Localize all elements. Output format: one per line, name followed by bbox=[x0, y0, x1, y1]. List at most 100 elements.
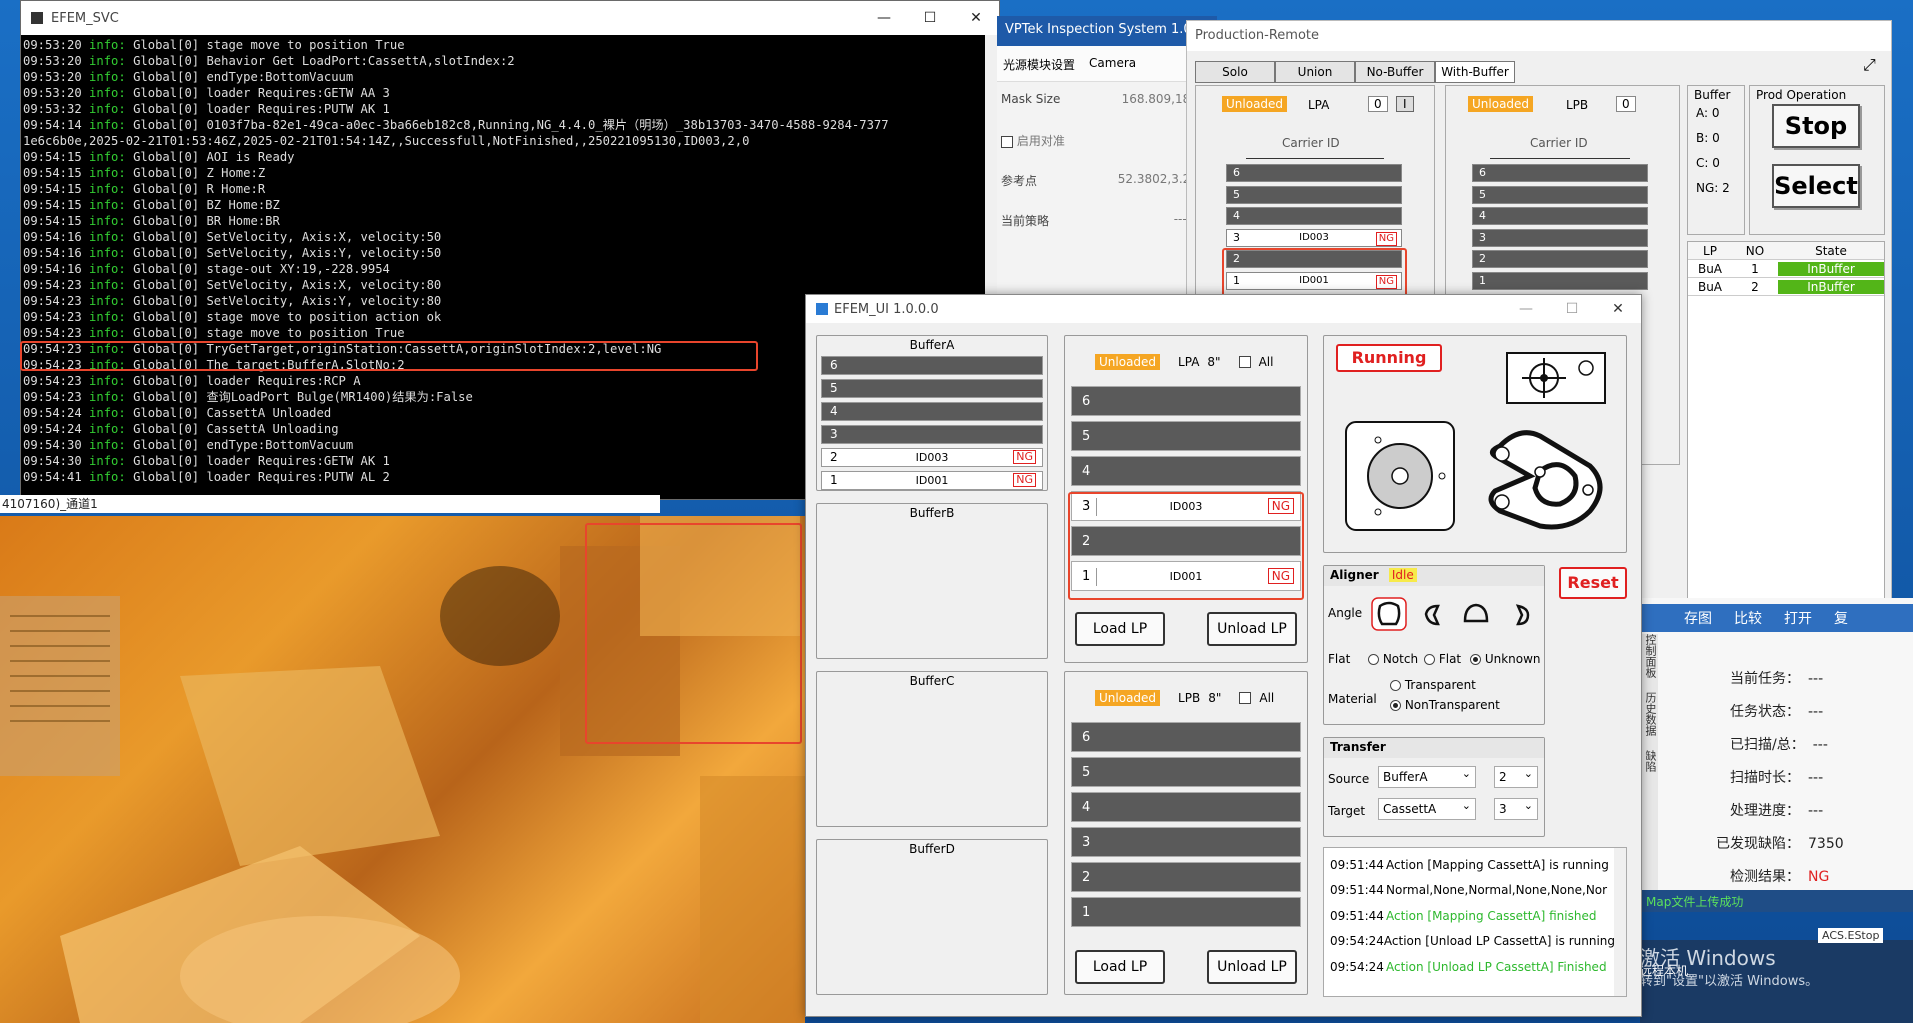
flat-label: Flat bbox=[1328, 652, 1351, 666]
tab-no-buffer[interactable]: No-Buffer bbox=[1355, 61, 1435, 83]
lpb-load-button[interactable]: Load LP bbox=[1075, 950, 1165, 984]
nontransparent-option[interactable]: NonTransparent bbox=[1390, 698, 1500, 712]
save-image-button[interactable]: 存图 bbox=[1684, 608, 1712, 628]
slot-number: 6 bbox=[1233, 166, 1240, 179]
lp-slot[interactable]: 3 bbox=[1071, 827, 1301, 857]
reset-button[interactable]: Reset bbox=[1559, 567, 1627, 599]
log-time: 09:54:23 bbox=[23, 326, 90, 340]
lpb-count: 0 bbox=[1616, 96, 1636, 112]
camera-channel-label: 4107160)_通道1 bbox=[0, 495, 660, 513]
log-time: 09:54:23 bbox=[23, 390, 90, 404]
table-row[interactable]: BuA 2 InBuffer bbox=[1688, 278, 1884, 296]
carrier-slot[interactable]: 3 bbox=[1472, 228, 1648, 247]
lpa-all-checkbox[interactable] bbox=[1238, 356, 1251, 368]
lp-slot[interactable]: 2 bbox=[1071, 862, 1301, 892]
log-line: 09:53:20 info: Global[0] loader Requires… bbox=[23, 85, 999, 101]
minimize-icon[interactable]: — bbox=[1503, 301, 1549, 317]
info-key: 扫描时长： bbox=[1730, 770, 1800, 786]
carrier-slot[interactable]: 1 bbox=[1472, 271, 1648, 290]
lp-slot[interactable]: 5 bbox=[1071, 757, 1301, 787]
log-time: 09:51:44 bbox=[1330, 857, 1384, 872]
target-slot-select[interactable]: 3 bbox=[1494, 798, 1538, 820]
log-scrollbar[interactable] bbox=[1614, 848, 1626, 996]
notch-option[interactable]: Notch bbox=[1368, 652, 1418, 666]
maximize-icon[interactable]: ☐ bbox=[907, 10, 953, 26]
carrier-slot[interactable]: 5 bbox=[1472, 185, 1648, 204]
source-select[interactable]: BufferA bbox=[1378, 766, 1476, 788]
lp-slot[interactable]: 6 bbox=[1071, 722, 1301, 752]
lpa-group: Unloaded LPA 8" All 6 5 4 3 ID003 NG 2 1 ID001 NG… bbox=[1064, 335, 1308, 663]
buffer-b-group: BufferB bbox=[816, 503, 1048, 659]
transparent-radio[interactable] bbox=[1390, 680, 1401, 691]
buffer-slot[interactable]: 3 bbox=[821, 425, 1043, 444]
camera-button[interactable]: Camera bbox=[1089, 56, 1136, 71]
tab-solo[interactable]: Solo bbox=[1195, 61, 1275, 83]
align-checkbox[interactable] bbox=[1001, 135, 1013, 148]
tab-union[interactable]: Union bbox=[1275, 61, 1355, 83]
carrier-slot[interactable]: 4 bbox=[1226, 207, 1402, 225]
lpa-unload-button[interactable]: Unload LP bbox=[1207, 612, 1297, 646]
lpb-all-checkbox[interactable] bbox=[1239, 692, 1252, 704]
stop-button[interactable]: Stop bbox=[1772, 104, 1860, 148]
transparent-option[interactable]: Transparent bbox=[1390, 678, 1476, 692]
lp-slot[interactable]: 5 bbox=[1071, 421, 1301, 451]
carrier-slot[interactable]: 4 bbox=[1472, 207, 1648, 225]
log-entry: 09:54:24 Action [Unload LP CassettA] is r… bbox=[1324, 929, 1614, 955]
lpa-load-button[interactable]: Load LP bbox=[1075, 612, 1165, 646]
notch-radio[interactable] bbox=[1368, 654, 1379, 665]
lp-slot[interactable]: 4 bbox=[1071, 792, 1301, 822]
carrier-slot[interactable]: 6 bbox=[1226, 164, 1402, 182]
open-button[interactable]: 打开 bbox=[1784, 608, 1812, 628]
expand-icon[interactable]: ⤢ bbox=[1863, 55, 1876, 75]
select-button[interactable]: Select bbox=[1772, 164, 1860, 208]
close-icon[interactable]: ✕ bbox=[953, 10, 999, 26]
log-line: 1e6c6b0e,2025-02-21T01:53:46Z,2025-02-21… bbox=[23, 133, 999, 149]
lp-slot[interactable]: 1 bbox=[1071, 897, 1301, 927]
side-tab-history[interactable]: 历史数据 bbox=[1640, 692, 1658, 736]
lpb-unload-button[interactable]: Unload LP bbox=[1207, 950, 1297, 984]
buffer-slot[interactable]: 5 bbox=[821, 379, 1043, 398]
compare-button[interactable]: 比较 bbox=[1734, 608, 1762, 628]
lpa-action-button[interactable]: I bbox=[1396, 96, 1414, 112]
lpb-size: 8" bbox=[1208, 691, 1222, 705]
tab-with-buffer[interactable]: With-Buffer bbox=[1435, 61, 1515, 83]
log-line: 09:54:15 info: Global[0] R Home:R bbox=[23, 181, 999, 197]
table-row[interactable]: BuA 1 InBuffer bbox=[1688, 260, 1884, 278]
carrier-slot[interactable]: 6 bbox=[1472, 164, 1648, 182]
buffer-slot[interactable]: 1 ID001 NG bbox=[821, 471, 1043, 490]
lpa-name: LPA bbox=[1178, 355, 1200, 369]
log-level: info: bbox=[89, 102, 134, 116]
prod-tabs: Solo Union No-Buffer With-Buffer bbox=[1195, 61, 1515, 83]
lpa-count: 0 bbox=[1368, 96, 1388, 112]
side-tab-control[interactable]: 控制面板 bbox=[1640, 634, 1658, 678]
light-module-settings-button[interactable]: 光源模块设置 bbox=[1003, 56, 1075, 72]
minimize-icon[interactable]: — bbox=[861, 10, 907, 26]
carrier-slot[interactable]: 3 ID003 NG bbox=[1226, 228, 1402, 247]
side-tab-defects[interactable]: 缺陷 bbox=[1640, 750, 1658, 772]
nontransparent-radio[interactable] bbox=[1390, 700, 1401, 711]
log-message: Normal,None,Normal,None,None,Nor bbox=[1386, 883, 1608, 898]
unknown-option[interactable]: Unknown bbox=[1470, 652, 1541, 666]
unknown-radio[interactable] bbox=[1470, 654, 1481, 665]
source-slot-select[interactable]: 2 bbox=[1494, 766, 1538, 788]
flat-option[interactable]: Flat bbox=[1424, 652, 1461, 666]
buffer-slot[interactable]: 6 bbox=[821, 356, 1043, 375]
log-message: Global[0] Behavior Get LoadPort:CassettA… bbox=[133, 54, 515, 68]
log-level: info: bbox=[89, 326, 134, 340]
copy-button[interactable]: 复 bbox=[1834, 608, 1848, 628]
close-icon[interactable]: ✕ bbox=[1595, 301, 1641, 317]
buffer-slot[interactable]: 2 ID003 NG bbox=[821, 448, 1043, 467]
log-level: info: bbox=[89, 374, 134, 388]
maximize-icon[interactable]: ☐ bbox=[1549, 301, 1595, 317]
transfer-title: Transfer bbox=[1324, 738, 1544, 758]
target-select[interactable]: CassettA bbox=[1378, 798, 1476, 820]
carrier-slot[interactable]: 5 bbox=[1226, 185, 1402, 204]
flat-radio[interactable] bbox=[1424, 654, 1435, 665]
lpa-size: 8" bbox=[1207, 355, 1221, 369]
log-time: 09:54:41 bbox=[23, 470, 90, 484]
carrier-slot[interactable]: 2 bbox=[1472, 250, 1648, 268]
lp-slot[interactable]: 4 bbox=[1071, 456, 1301, 486]
lp-slot[interactable]: 6 bbox=[1071, 386, 1301, 416]
log-level: info: bbox=[89, 454, 134, 468]
buffer-slot[interactable]: 4 bbox=[821, 402, 1043, 421]
